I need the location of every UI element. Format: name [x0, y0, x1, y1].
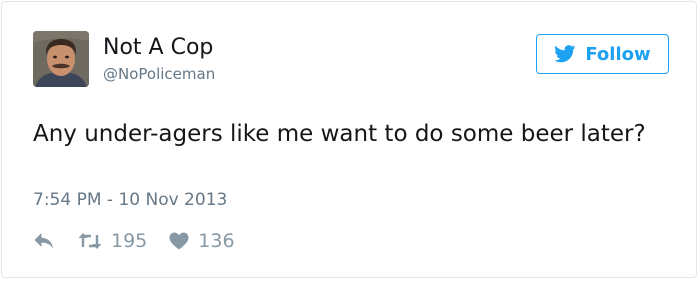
like-button[interactable]: 136	[169, 230, 235, 252]
tweet-card: Not A Cop @NoPoliceman Follow Any under-…	[1, 1, 697, 278]
tweet-text: Any under-agers like me want to do some …	[33, 121, 646, 147]
tweet-actions: 195 136	[33, 227, 235, 255]
display-name[interactable]: Not A Cop	[103, 35, 213, 61]
reply-button[interactable]	[33, 232, 55, 250]
heart-icon	[169, 232, 189, 250]
retweet-icon	[78, 232, 102, 250]
username[interactable]: @NoPoliceman	[103, 64, 215, 84]
retweet-count: 195	[111, 230, 148, 252]
timestamp[interactable]: 7:54 PM - 10 Nov 2013	[33, 188, 227, 212]
follow-button[interactable]: Follow	[536, 34, 669, 74]
avatar-photo	[33, 31, 89, 87]
follow-label: Follow	[585, 43, 651, 65]
retweet-button[interactable]: 195	[78, 230, 147, 252]
reply-icon	[33, 232, 55, 250]
avatar[interactable]	[33, 31, 89, 87]
like-count: 136	[198, 230, 235, 252]
twitter-bird-icon	[554, 45, 576, 63]
